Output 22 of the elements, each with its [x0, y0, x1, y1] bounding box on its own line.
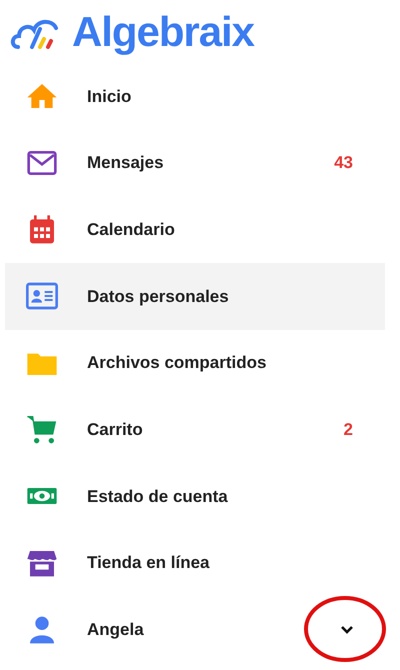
count-label: 2: [344, 419, 353, 442]
menu-item[interactable]: Calendario: [5, 196, 385, 264]
menu-item[interactable]: Estado de cuenta: [5, 463, 385, 530]
menu-label: Carrito: [87, 419, 143, 442]
menu-item[interactable]: Mensajes 43: [5, 130, 385, 196]
menu-label: Calendario: [87, 218, 175, 241]
menu-item[interactable]: Angela: [5, 596, 385, 664]
menu-label: Archivos compartidos: [87, 352, 266, 374]
chevron-down-icon[interactable]: [340, 624, 354, 635]
menu-item[interactable]: Datos personales: [5, 263, 385, 330]
menu-item[interactable]: Inicio: [5, 63, 385, 130]
menu-label: Tienda en línea: [87, 552, 210, 574]
menu-label: Inicio: [87, 86, 132, 108]
menu-label: Datos personales: [87, 286, 229, 308]
menu-item[interactable]: Carrito 2: [5, 396, 385, 464]
menu-label: Angela: [87, 619, 144, 642]
count-label: 43: [334, 152, 353, 174]
menu-item[interactable]: Tienda en línea: [5, 530, 385, 596]
menu-item[interactable]: Archivos compartidos: [5, 330, 385, 396]
logo-text: Algebraix: [72, 10, 254, 52]
menu-label: Mensajes: [87, 152, 164, 174]
menu-label: Estado de cuenta: [87, 486, 228, 508]
